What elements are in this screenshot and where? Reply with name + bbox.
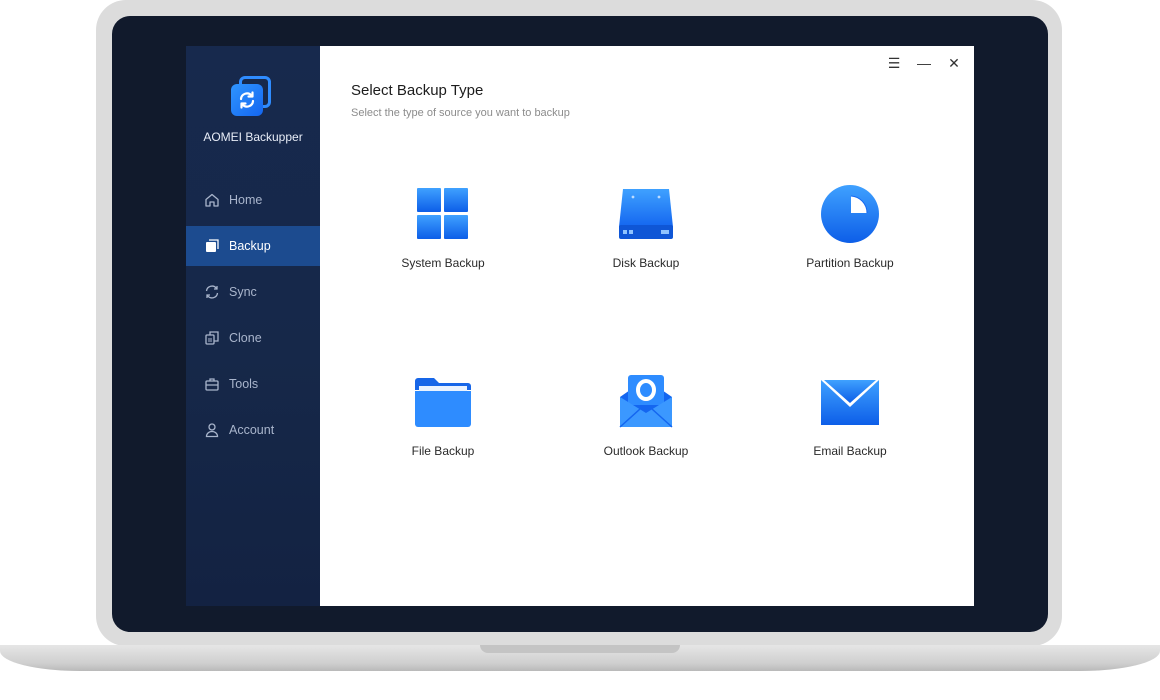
sidebar-item-home[interactable]: Home <box>186 180 320 220</box>
sidebar-item-label: Home <box>229 193 263 207</box>
email-backup-option[interactable]: Email Backup <box>780 370 920 458</box>
window-controls: ☰ — ✕ <box>884 54 964 72</box>
laptop-notch <box>480 645 680 653</box>
close-button[interactable]: ✕ <box>944 54 964 72</box>
app-name: AOMEI Backupper <box>203 130 303 144</box>
file-backup-option[interactable]: File Backup <box>373 370 513 458</box>
sidebar-nav: Home Backup Sync Clone Tools Account <box>186 180 320 456</box>
app-logo-icon <box>229 72 277 120</box>
windows-icon <box>411 182 475 246</box>
sidebar-item-account[interactable]: Account <box>186 410 320 450</box>
disk-icon <box>614 182 678 246</box>
sidebar-item-clone[interactable]: Clone <box>186 318 320 358</box>
sidebar-item-sync[interactable]: Sync <box>186 272 320 312</box>
sidebar-item-label: Clone <box>229 331 262 345</box>
sidebar-item-tools[interactable]: Tools <box>186 364 320 404</box>
minimize-button[interactable]: — <box>914 54 934 72</box>
option-label: Email Backup <box>813 444 887 458</box>
option-label: Outlook Backup <box>603 444 689 458</box>
menu-icon[interactable]: ☰ <box>884 54 904 72</box>
partition-pie-icon <box>818 182 882 246</box>
sidebar-item-label: Backup <box>229 239 271 253</box>
system-backup-option[interactable]: System Backup <box>373 182 513 270</box>
app-logo-block: AOMEI Backupper <box>186 72 320 144</box>
option-label: File Backup <box>411 444 475 458</box>
option-label: Partition Backup <box>806 256 894 270</box>
folder-icon <box>411 370 475 434</box>
sidebar-item-label: Sync <box>229 285 257 299</box>
clone-icon <box>205 331 219 345</box>
page-title: Select Backup Type <box>351 82 484 99</box>
envelope-icon <box>818 370 882 434</box>
sidebar-item-backup[interactable]: Backup <box>186 226 320 266</box>
disk-backup-option[interactable]: Disk Backup <box>576 182 716 270</box>
sidebar: AOMEI Backupper Home Backup Sync Clone T… <box>186 46 320 606</box>
sidebar-item-label: Account <box>229 423 275 437</box>
tools-icon <box>205 378 219 391</box>
partition-backup-option[interactable]: Partition Backup <box>780 182 920 270</box>
account-icon <box>205 423 219 438</box>
app-window: AOMEI Backupper Home Backup Sync Clone T… <box>186 46 974 606</box>
outlook-backup-option[interactable]: Outlook Backup <box>576 370 716 458</box>
page-subtitle: Select the type of source you want to ba… <box>351 107 570 119</box>
sidebar-item-label: Tools <box>229 377 259 391</box>
home-icon <box>205 193 219 207</box>
option-label: System Backup <box>401 256 485 270</box>
main-panel: ☰ — ✕ Select Backup Type Select the type… <box>320 46 974 606</box>
backup-icon <box>206 239 219 252</box>
outlook-icon <box>614 370 678 434</box>
option-label: Disk Backup <box>612 256 680 270</box>
sync-icon <box>205 285 219 299</box>
